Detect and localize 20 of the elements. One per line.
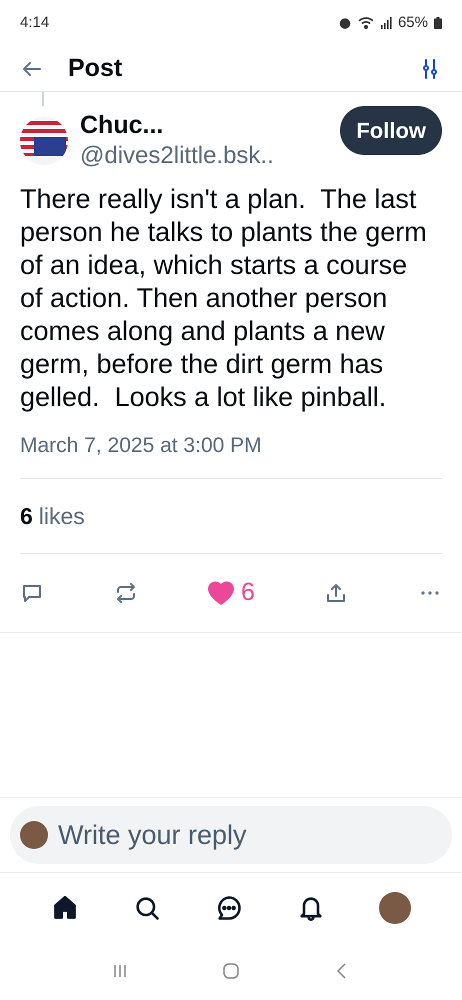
home-button-icon[interactable]: [220, 961, 241, 981]
author-name[interactable]: Chuc...: [80, 110, 328, 142]
reply-field[interactable]: Write your reply: [10, 806, 452, 864]
chat-icon[interactable]: [215, 894, 243, 922]
signal-icon: [380, 16, 392, 30]
heart-icon[interactable]: [207, 579, 236, 607]
follow-button[interactable]: Follow: [340, 106, 442, 156]
post-timestamp: March 7, 2025 at 3:00 PM: [20, 433, 263, 460]
likes-label: likes: [38, 502, 85, 531]
author-handle[interactable]: @dives2little.bsk..: [80, 141, 328, 172]
battery-icon: [434, 16, 442, 30]
wifi-icon: [358, 16, 374, 30]
like-count: 6: [241, 577, 255, 608]
likes-count: 6: [20, 502, 33, 531]
post-text: There really isn't a plan. The last person he talks to plants the germ of an idea, which starts a course of action. Then another person comes along and plants a new germ, before the dirt germ has gelled. Looks a lot like pinball.: [20, 183, 428, 414]
profile-avatar[interactable]: [379, 892, 411, 924]
status-time: 4:14: [20, 12, 50, 33]
battery-percent: 65%: [398, 12, 428, 33]
home-icon[interactable]: [51, 894, 79, 922]
page-title: Post: [68, 52, 122, 84]
